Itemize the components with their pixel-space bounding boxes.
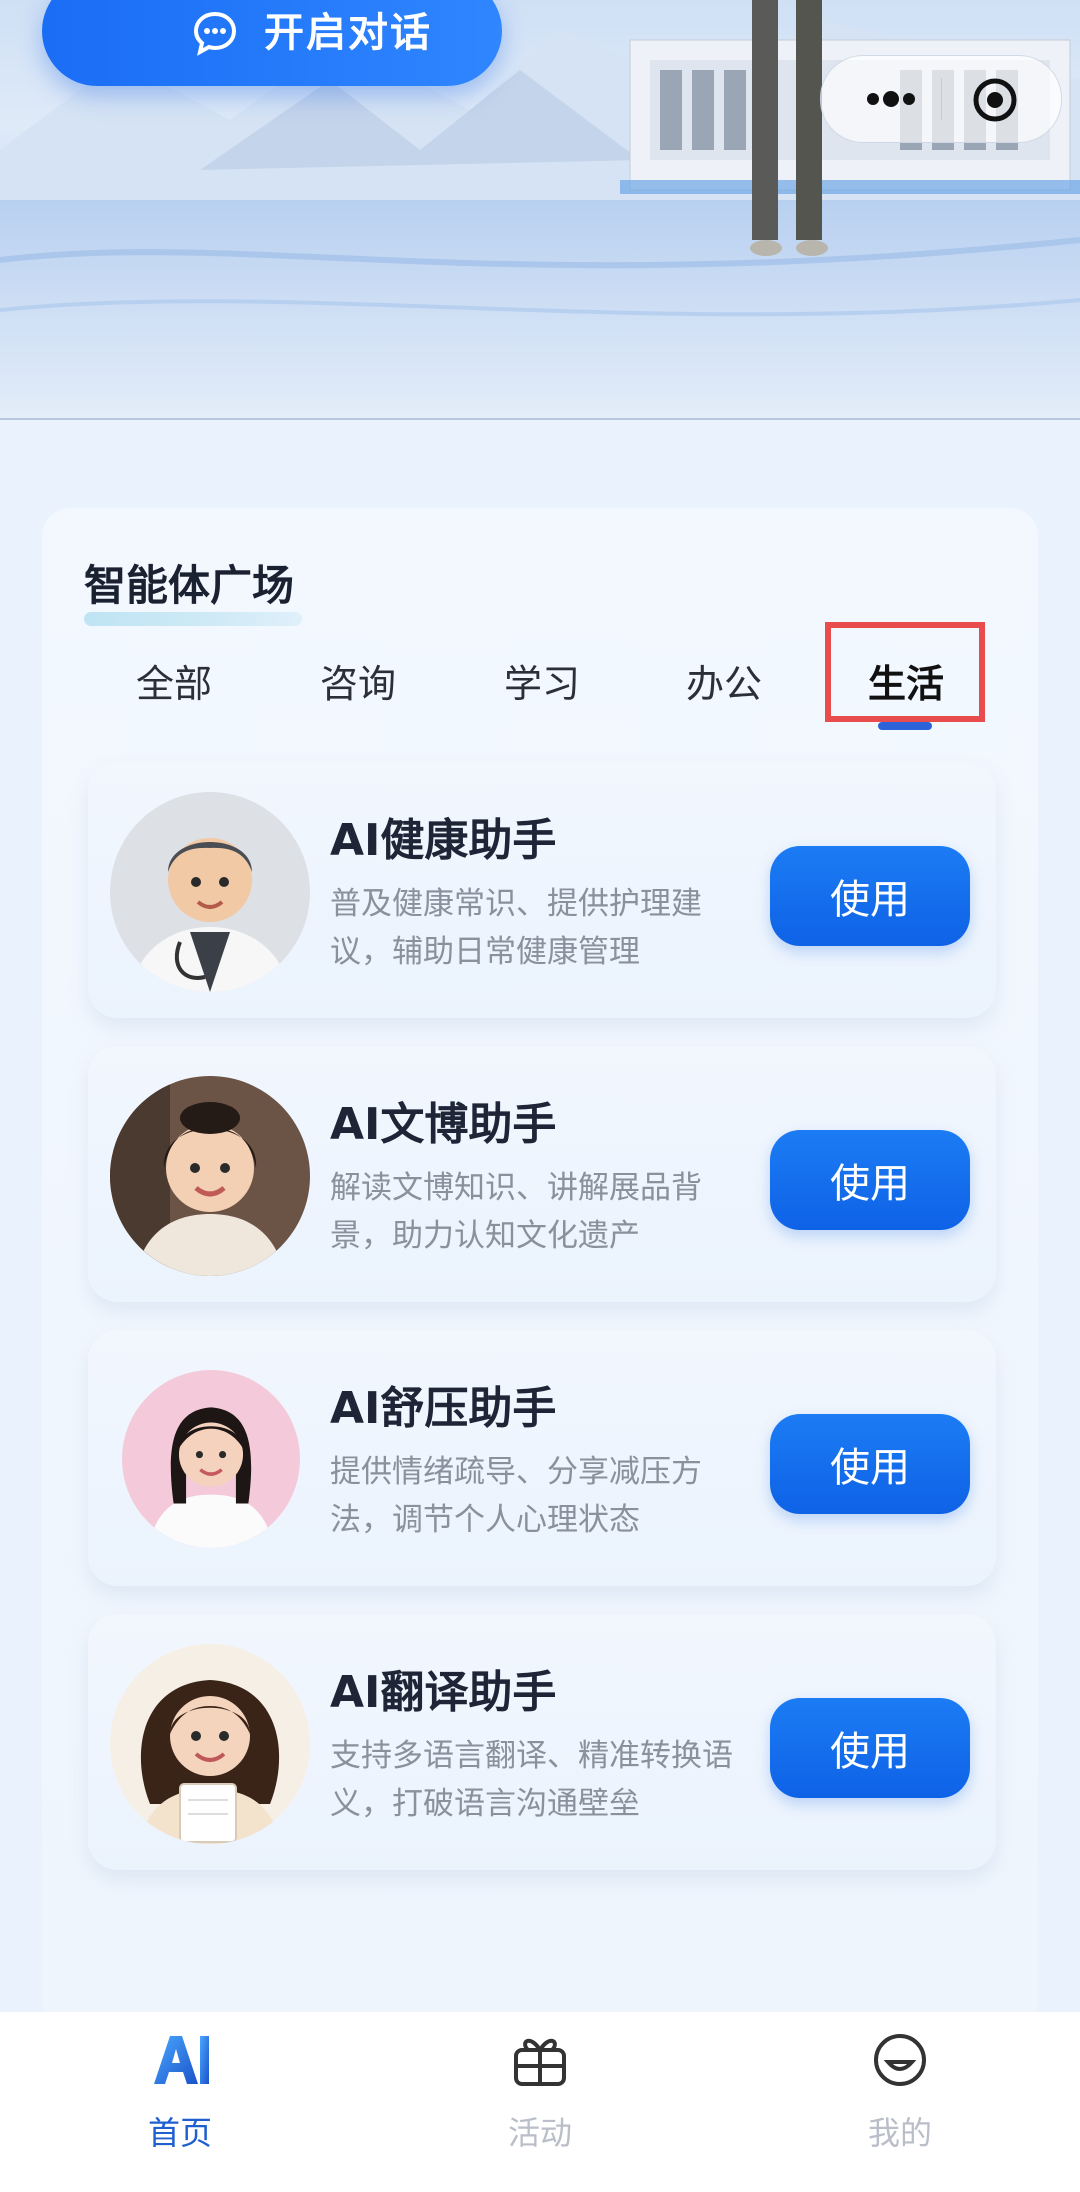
avatar-stress-relief	[122, 1370, 300, 1548]
highlight-box	[825, 622, 985, 722]
nav-mine[interactable]: 我的	[800, 2012, 1000, 2192]
tab-office[interactable]: 办公	[686, 653, 762, 708]
agent-description: 解读文博知识、讲解展品背景，助力认知文化遗产	[330, 1170, 702, 1254]
use-button[interactable]: 使用	[770, 1698, 970, 1798]
hero-divider	[0, 418, 1080, 420]
use-button[interactable]: 使用	[770, 1130, 970, 1230]
active-tab-indicator	[878, 722, 932, 730]
nav-activity[interactable]: 活动	[440, 2012, 640, 2192]
start-chat-label: 开启对话	[264, 10, 432, 56]
smile-face-icon	[874, 2034, 926, 2086]
chat-bubble-icon	[193, 11, 237, 56]
agent-name: AI舒压助手	[330, 1383, 557, 1434]
tab-all[interactable]: 全部	[136, 653, 212, 708]
hero-banner: 开启对话	[0, 0, 1080, 420]
agent-name: AI健康助手	[330, 815, 557, 866]
agent-plaza-card: 智能体广场 全部 咨询 学习 办公 生活 AI健康助手 普及健康常识、提供护理建…	[42, 508, 1038, 2028]
agent-card-museum[interactable]: AI文博助手 解读文博知识、讲解展品背景，助力认知文化遗产 使用	[88, 1046, 996, 1302]
agent-card-translation[interactable]: AI翻译助手 支持多语言翻译、精准转换语义，打破语言沟通壁垒 使用	[88, 1614, 996, 1870]
gift-icon	[514, 2038, 566, 2086]
tab-consult[interactable]: 咨询	[320, 653, 396, 708]
use-button[interactable]: 使用	[770, 846, 970, 946]
avatar-health	[110, 792, 310, 992]
more-icon[interactable]	[851, 78, 931, 120]
agent-name: AI文博助手	[330, 1099, 557, 1150]
start-chat-button[interactable]: 开启对话	[42, 0, 502, 86]
plaza-title: 智能体广场	[84, 561, 295, 610]
nav-home-label: 首页	[147, 2114, 212, 2152]
ai-logo-icon	[154, 2036, 209, 2084]
agent-card-health[interactable]: AI健康助手 普及健康常识、提供护理建议，辅助日常健康管理 使用	[88, 762, 996, 1018]
bottom-navigation: 首页 活动 我的	[0, 2012, 1080, 2192]
close-target-icon[interactable]	[971, 76, 1019, 124]
avatar-museum	[110, 1076, 310, 1276]
nav-home[interactable]: 首页	[80, 2012, 280, 2192]
agent-description: 提供情绪疏导、分享减压方法，调节个人心理状态	[330, 1454, 702, 1538]
avatar-translation	[110, 1644, 310, 1844]
agent-card-stress-relief[interactable]: AI舒压助手 提供情绪疏导、分享减压方法，调节个人心理状态 使用	[88, 1330, 996, 1586]
nav-activity-label: 活动	[507, 2114, 572, 2152]
use-button[interactable]: 使用	[770, 1414, 970, 1514]
agent-description: 普及健康常识、提供护理建议，辅助日常健康管理	[330, 886, 702, 970]
mini-program-capsule	[820, 55, 1062, 143]
capsule-divider	[941, 78, 942, 120]
agent-description: 支持多语言翻译、精准转换语义，打破语言沟通壁垒	[330, 1738, 733, 1822]
nav-mine-label: 我的	[867, 2114, 932, 2152]
title-underline-decoration	[84, 612, 302, 626]
tab-study[interactable]: 学习	[504, 653, 580, 708]
agent-name: AI翻译助手	[330, 1667, 557, 1718]
